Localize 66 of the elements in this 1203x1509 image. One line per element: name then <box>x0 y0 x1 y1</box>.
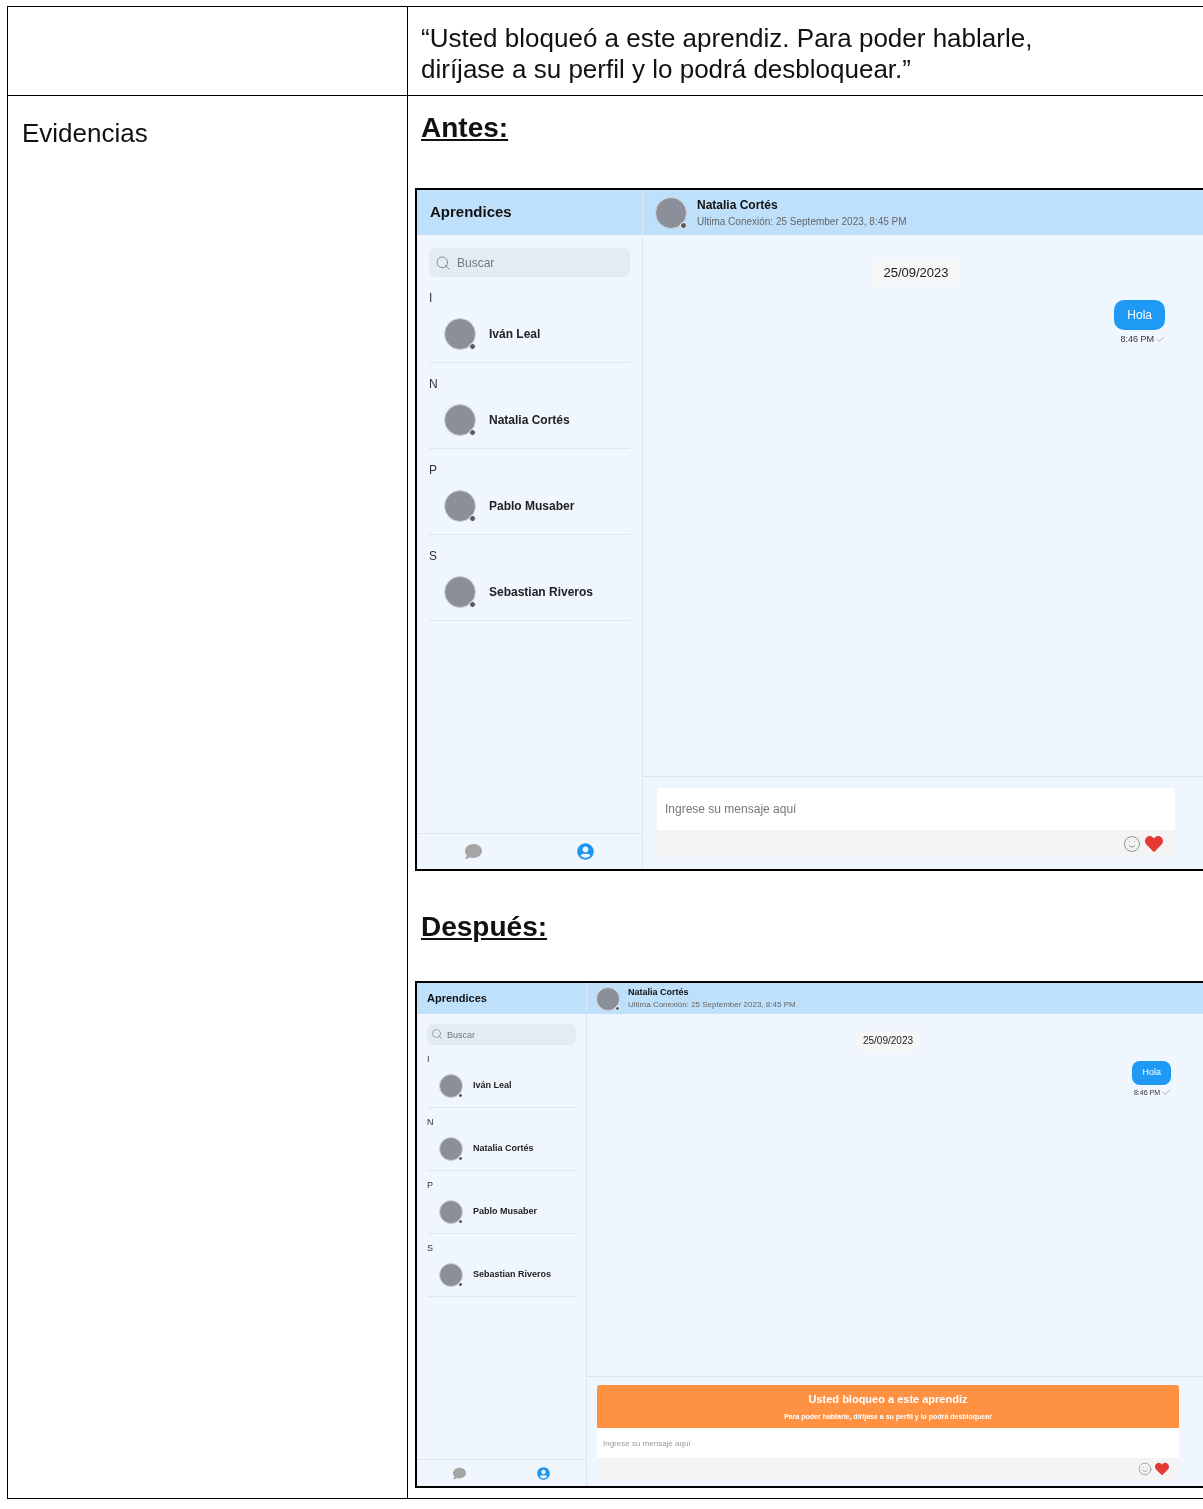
contact-item[interactable]: Pablo Musaber <box>429 477 630 535</box>
contact-item[interactable]: Pablo Musaber <box>427 1191 576 1234</box>
contact-name: Sebastian Riveros <box>489 583 594 601</box>
check-icon <box>1162 1088 1171 1098</box>
smiley-icon[interactable] <box>1123 834 1141 853</box>
photo-placeholder <box>596 986 620 1011</box>
group-letter: N <box>428 376 439 391</box>
user-icon[interactable] <box>537 1466 551 1480</box>
group-letter: N <box>426 1116 435 1128</box>
photo-placeholder <box>444 575 476 608</box>
quote-text: “Usted bloqueó a este aprendiz. Para poder hablarle, diríjase a su perfil y lo podrá desbloquear.” <box>421 23 1034 85</box>
row-label: Evidencias <box>22 118 148 148</box>
section-heading: Antes: <box>421 112 509 144</box>
last-seen-text: Ultima Conexión: 25 September 2023, 8:45 PM <box>628 999 796 1012</box>
contact-item[interactable]: Sebastian Riveros <box>427 1254 576 1297</box>
chat-contact-name: Natalia Cortés <box>697 197 779 214</box>
contact-item[interactable]: Natalia Cortés <box>429 391 630 449</box>
sidebar-title: Aprendices <box>429 202 513 223</box>
search-icon <box>431 1028 443 1040</box>
contact-item[interactable]: Iván Leal <box>429 305 630 363</box>
sidebar-title: Aprendices <box>426 991 488 1007</box>
date-chip: 25/09/2023 <box>872 259 960 287</box>
search-icon <box>435 255 451 271</box>
photo-placeholder <box>444 317 476 350</box>
last-seen-text: Ultima Conexión: 25 September 2023, 8:45 PM <box>697 215 907 229</box>
photo-placeholder <box>439 1263 463 1287</box>
message-input[interactable]: Ingrese su mensaje aquí <box>657 788 1175 830</box>
contact-name: Iván Leal <box>473 1079 512 1093</box>
photo-placeholder <box>444 489 476 522</box>
search-field[interactable]: Buscar <box>429 248 630 277</box>
contact-name: Natalia Cortés <box>473 1142 534 1156</box>
contact-name: Iván Leal <box>489 325 541 343</box>
photo-placeholder <box>439 1200 463 1224</box>
group-letter: P <box>428 462 438 477</box>
heart-icon[interactable] <box>1155 1462 1169 1476</box>
section-heading: Después: <box>421 911 548 943</box>
message-time: 8:46 PM <box>1120 332 1154 346</box>
smiley-icon[interactable] <box>1138 1462 1152 1476</box>
message-bubble: Hola <box>1114 299 1165 330</box>
contact-item[interactable]: Iván Leal <box>427 1065 576 1108</box>
chat-bubble-icon[interactable] <box>464 843 482 860</box>
group-letter: S <box>428 548 438 563</box>
contact-item[interactable]: Sebastian Riveros <box>429 563 630 621</box>
chat-bubble-icon[interactable] <box>452 1466 466 1480</box>
group-letter: I <box>426 1053 431 1065</box>
message-bubble: Hola <box>1132 1061 1171 1085</box>
photo-placeholder <box>444 403 476 436</box>
check-icon <box>1156 334 1165 344</box>
group-letter: P <box>426 1179 434 1191</box>
group-letter: I <box>428 290 434 305</box>
heart-icon[interactable] <box>1145 834 1163 853</box>
group-letter: S <box>426 1242 434 1254</box>
photo-placeholder <box>655 196 687 229</box>
user-icon[interactable] <box>577 843 595 860</box>
banner-title: Usted bloqueo a este aprendiz <box>808 1392 968 1407</box>
photo-placeholder <box>439 1137 463 1161</box>
contact-name: Pablo Musaber <box>473 1205 537 1219</box>
contact-name: Natalia Cortés <box>489 411 570 429</box>
photo-placeholder <box>439 1074 463 1098</box>
contact-item[interactable]: Natalia Cortés <box>427 1128 576 1171</box>
contact-name: Pablo Musaber <box>489 497 575 515</box>
date-chip: 25/09/2023 <box>854 1030 922 1051</box>
chat-contact-name: Natalia Cortés <box>628 985 690 999</box>
message-input[interactable]: Ingrese su mensaje aquí <box>597 1428 1179 1458</box>
search-field[interactable]: Buscar <box>427 1024 576 1045</box>
contact-name: Sebastian Riveros <box>473 1268 552 1282</box>
